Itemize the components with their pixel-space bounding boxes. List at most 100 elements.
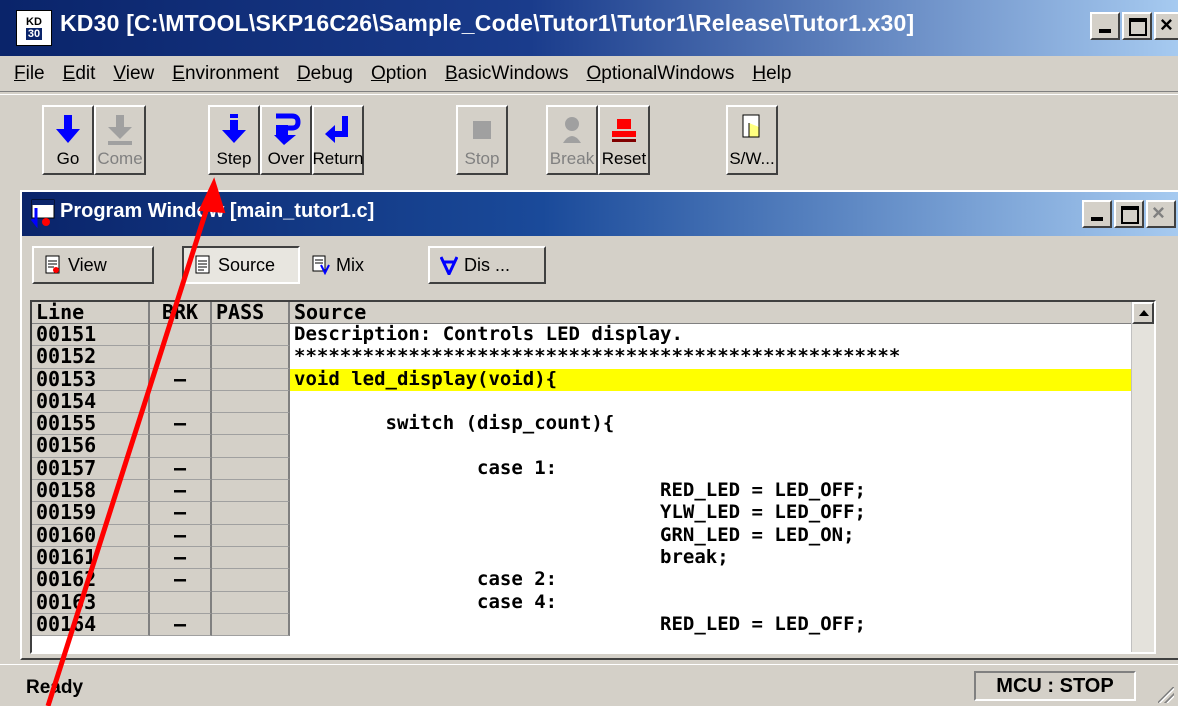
source-row[interactable]: 00152 ***********************************… [32, 346, 1154, 369]
dis-button-label: Dis ... [464, 254, 511, 275]
current-line-row[interactable]: 00153– void led_display(void){ [32, 368, 1154, 391]
pass-cell [212, 413, 290, 436]
status-text: Ready [26, 677, 84, 698]
pass-cell [212, 457, 290, 481]
pw-minimize-button[interactable] [1082, 200, 1112, 228]
break-icon [563, 117, 581, 143]
sw-button[interactable]: S/W... [726, 105, 778, 175]
maximize-button[interactable] [1122, 12, 1152, 40]
go-button[interactable]: Go [42, 105, 94, 175]
program-window-icon [30, 199, 55, 228]
source-row[interactable]: 00159– YLW_LED = LED_OFF; [32, 502, 1154, 525]
grid-header: Line BRK PASS Source [32, 302, 1154, 324]
source-row[interactable]: 00151 Description: Controls LED display. [32, 324, 1154, 347]
menu-basicwindows[interactable]: BasicWindows [445, 63, 569, 85]
source-row[interactable]: 00154 [32, 390, 1154, 414]
stop-button[interactable]: Stop [456, 105, 508, 175]
reset-button[interactable]: Reset [598, 105, 650, 175]
menu-edit[interactable]: Edit [63, 63, 96, 85]
breakpoint-cell[interactable]: – [150, 524, 212, 547]
return-button[interactable]: Return [312, 105, 364, 175]
come-icon [108, 115, 132, 145]
resize-grip[interactable] [1158, 687, 1174, 703]
menu-debug[interactable]: Debug [297, 63, 353, 85]
source-row[interactable]: 00162– case 2: [32, 569, 1154, 592]
scroll-up-button[interactable] [1132, 302, 1154, 324]
line-number: 00156 [32, 435, 150, 458]
source-row[interactable]: 00156 [32, 435, 1154, 458]
pw-maximize-button[interactable] [1114, 200, 1144, 228]
come-button[interactable]: Come [94, 105, 146, 175]
breakpoint-cell[interactable]: – [150, 413, 212, 436]
menu-file[interactable]: File [14, 63, 45, 85]
vertical-scrollbar[interactable] [1131, 302, 1154, 652]
minimize-button[interactable] [1090, 12, 1120, 40]
column-line[interactable]: Line [32, 302, 150, 324]
menu-environment[interactable]: Environment [172, 63, 279, 85]
menu-optionalwindows[interactable]: OptionalWindows [587, 63, 735, 85]
source-row[interactable]: 00163 case 4: [32, 591, 1154, 614]
breakpoint-cell[interactable]: – [150, 502, 212, 525]
source-code: YLW_LED = LED_OFF; [294, 502, 866, 524]
source-code: RED_LED = LED_OFF; [294, 480, 866, 502]
source-button-label: Source [218, 254, 276, 275]
disassembly-button[interactable]: Dis ... [428, 246, 546, 284]
breakpoint-cell[interactable] [150, 324, 212, 347]
breakpoint-cell[interactable] [150, 346, 212, 369]
mix-button[interactable]: Mix [300, 246, 420, 284]
over-label: Over [267, 149, 305, 168]
kd30-app-window: KD 30 KD30 [C:\MTOOL\SKP16C26\Sample_Cod… [0, 0, 1178, 706]
source-row[interactable]: 00158– RED_LED = LED_OFF; [32, 480, 1154, 503]
line-number: 00159 [32, 502, 150, 525]
mix-doc-icon [312, 255, 330, 275]
source-code: void led_display(void){ [290, 368, 1154, 391]
status-bar: Ready MCU : STOP [0, 664, 1178, 706]
breakpoint-cell[interactable]: – [150, 613, 212, 637]
breakpoint-cell[interactable] [150, 390, 212, 414]
line-number: 00153 [32, 368, 150, 391]
break-button[interactable]: Break [546, 105, 598, 175]
over-button[interactable]: Over [260, 105, 312, 175]
app-icon-top: KD [26, 16, 42, 28]
column-source[interactable]: Source [290, 302, 1154, 324]
source-row[interactable]: 00155– switch (disp_count){ [32, 413, 1154, 436]
source-code [290, 435, 1154, 457]
pass-cell [212, 502, 290, 525]
breakpoint-cell[interactable]: – [150, 457, 212, 481]
menu-option[interactable]: Option [371, 63, 427, 85]
line-number: 00152 [32, 346, 150, 369]
source-row[interactable]: 00161– break; [32, 546, 1154, 570]
mcu-status-panel: MCU : STOP [974, 671, 1136, 701]
return-label: Return [312, 149, 364, 168]
pass-cell [212, 368, 290, 391]
breakpoint-cell[interactable]: – [150, 546, 212, 570]
breakpoint-cell[interactable]: – [150, 480, 212, 503]
column-brk[interactable]: BRK [150, 302, 212, 324]
column-pass[interactable]: PASS [212, 302, 290, 324]
source-row[interactable]: 00160– GRN_LED = LED_ON; [32, 524, 1154, 547]
sw-label: S/W... [729, 149, 775, 168]
step-button[interactable]: Step [208, 105, 260, 175]
pw-close-button[interactable]: × [1146, 200, 1176, 228]
kd30-app-icon[interactable]: KD 30 [16, 10, 52, 46]
breakpoint-cell[interactable] [150, 435, 212, 458]
program-window-title-bar[interactable]: Program Window [main_tutor1.c] × [22, 192, 1178, 236]
breakpoint-cell[interactable] [150, 591, 212, 614]
source-button[interactable]: Source [182, 246, 300, 284]
menu-view[interactable]: View [113, 63, 154, 85]
mix-button-label: Mix [336, 254, 364, 275]
source-row[interactable]: 00164– RED_LED = LED_OFF; [32, 613, 1154, 637]
title-bar[interactable]: KD 30 KD30 [C:\MTOOL\SKP16C26\Sample_Cod… [0, 0, 1178, 56]
program-window-title: Program Window [main_tutor1.c] [60, 200, 375, 222]
source-code-grid[interactable]: Line BRK PASS Source 00151 Description: C… [30, 300, 1156, 654]
view-button[interactable]: View [32, 246, 154, 284]
source-row[interactable]: 00157– case 1: [32, 457, 1154, 481]
close-button[interactable]: × [1154, 12, 1178, 40]
breakpoint-cell[interactable]: – [150, 569, 212, 592]
pass-cell [212, 480, 290, 503]
line-number: 00158 [32, 480, 150, 503]
reset-label: Reset [601, 149, 647, 168]
breakpoint-cell[interactable]: – [150, 368, 212, 391]
go-arrow-icon [56, 115, 80, 143]
menu-help[interactable]: Help [752, 63, 791, 85]
